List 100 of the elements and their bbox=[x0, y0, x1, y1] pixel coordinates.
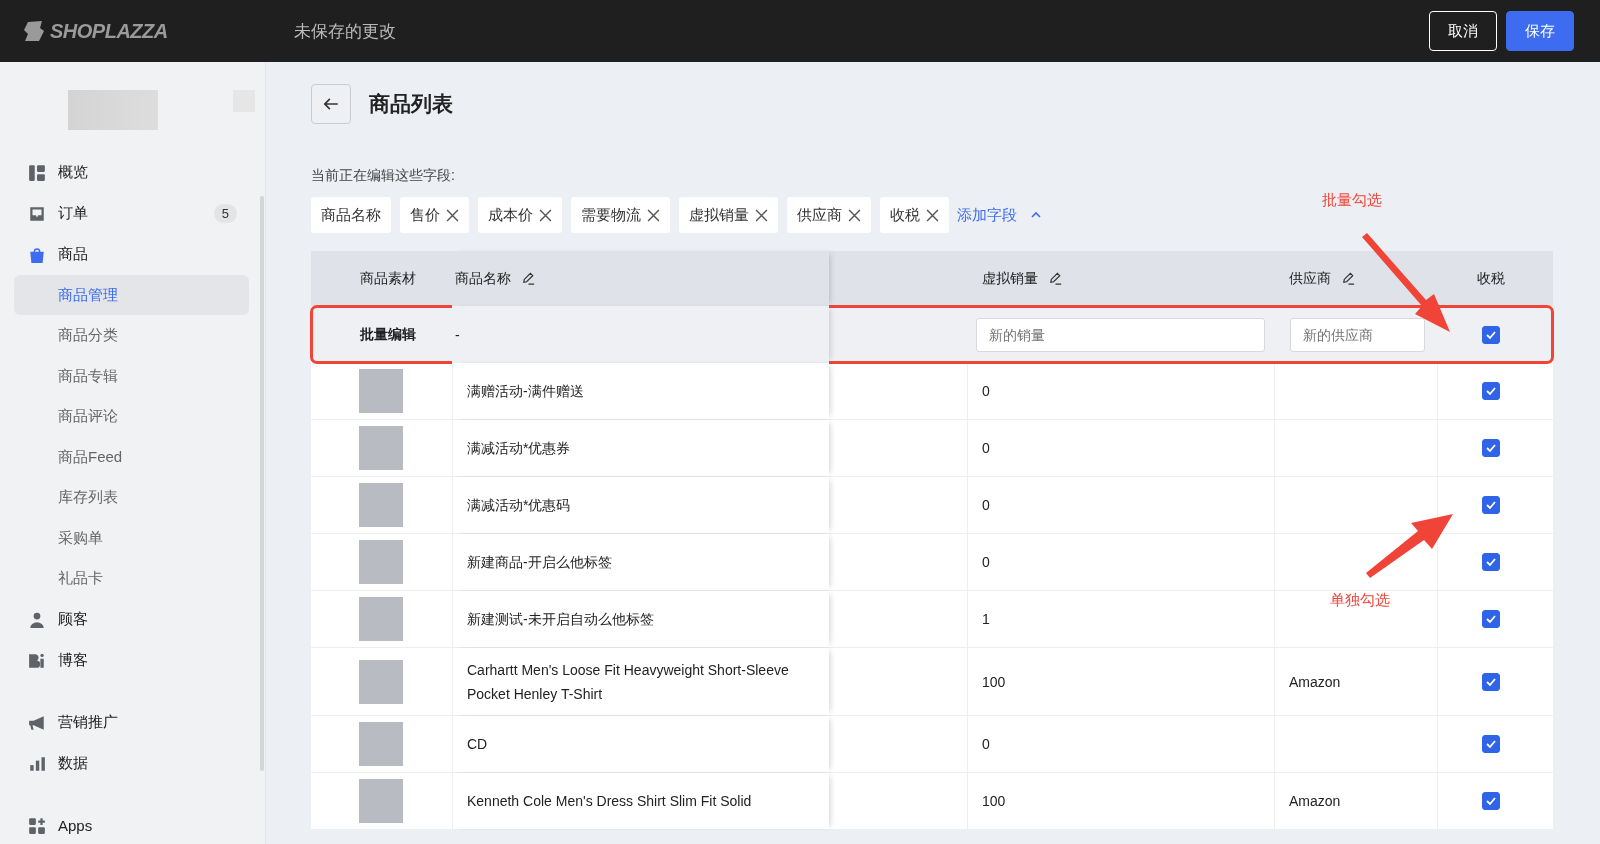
check-icon bbox=[1484, 613, 1497, 625]
table-cell: 0 bbox=[982, 497, 990, 513]
product-name: 满减活动*优惠券 bbox=[467, 439, 572, 458]
sidebar-item[interactable]: 营销推广 bbox=[14, 702, 249, 743]
tag-label: 供应商 bbox=[797, 205, 842, 225]
photo-placeholder bbox=[359, 779, 403, 823]
sidebar-subitem[interactable]: 商品管理 bbox=[14, 275, 249, 315]
column-header: 收税 bbox=[1476, 269, 1505, 288]
product-name: CD bbox=[467, 735, 489, 754]
annotation-label: 批量勾选 bbox=[1322, 191, 1382, 210]
sidebar-item[interactable]: Apps bbox=[14, 805, 249, 844]
photo-placeholder bbox=[359, 426, 403, 470]
table-cell: 0 bbox=[982, 383, 990, 399]
product-name: Kenneth Cole Men's Dress Shirt Slim Fit Solid bbox=[467, 792, 753, 811]
photo-placeholder bbox=[359, 540, 403, 584]
checkbox[interactable] bbox=[1481, 325, 1500, 344]
unsaved-changes-title: 未保存的更改 bbox=[294, 20, 396, 43]
sidebar-subitem[interactable]: 商品评论 bbox=[14, 396, 249, 437]
table-cell: Amazon bbox=[1289, 673, 1341, 690]
sidebar-item[interactable]: 概览 bbox=[14, 152, 249, 193]
photo-placeholder bbox=[359, 722, 403, 766]
checkbox[interactable] bbox=[1481, 735, 1500, 753]
add-field-link[interactable]: 添加字段 bbox=[957, 205, 1017, 225]
logo-text: SHOPLAZZA bbox=[50, 19, 168, 43]
product-name: Carhartt Men's Loose Fit Heavyweight Short-Sleeve Pocket Henley T-Shirt bbox=[467, 660, 790, 704]
checkbox[interactable] bbox=[1481, 792, 1500, 810]
close-icon[interactable] bbox=[446, 208, 459, 222]
shopping-bag-icon bbox=[28, 245, 46, 264]
checkbox[interactable] bbox=[1481, 439, 1500, 457]
sidebar-item[interactable]: 商品 bbox=[14, 234, 249, 275]
product-name: 满减活动*优惠码 bbox=[467, 496, 572, 515]
close-icon[interactable] bbox=[926, 208, 939, 222]
batch-edit-label: 批量编辑 bbox=[360, 325, 416, 344]
bar-chart-icon bbox=[28, 754, 46, 773]
edit-icon[interactable] bbox=[1341, 271, 1356, 286]
edit-icon[interactable] bbox=[521, 271, 536, 286]
sidebar-item[interactable]: 博客 bbox=[14, 640, 249, 681]
checkbox[interactable] bbox=[1481, 610, 1500, 628]
sales-input-field[interactable]: 新的销量 bbox=[976, 317, 1265, 352]
check-icon bbox=[1484, 795, 1497, 807]
cancel-button[interactable]: 取消 bbox=[1429, 11, 1497, 51]
close-icon[interactable] bbox=[647, 208, 660, 222]
table-cell: 100 bbox=[982, 673, 1006, 690]
column-header: 商品名称 bbox=[455, 269, 511, 288]
edit-icon[interactable] bbox=[1048, 271, 1063, 286]
close-icon[interactable] bbox=[848, 208, 861, 222]
checkbox[interactable] bbox=[1481, 382, 1500, 400]
sidebar-subitem[interactable]: 商品Feed bbox=[14, 437, 249, 477]
column-header: 虚拟销量 bbox=[982, 269, 1038, 288]
table-cell: 1 bbox=[982, 611, 990, 627]
column-header: 供应商 bbox=[1289, 269, 1331, 288]
tag-label: 商品名称 bbox=[321, 205, 381, 225]
sidebar-subitem[interactable]: 商品分类 bbox=[14, 315, 249, 356]
close-icon[interactable] bbox=[539, 208, 552, 222]
sidebar-subitem[interactable]: 库存列表 bbox=[14, 477, 249, 518]
logo-icon bbox=[22, 19, 46, 43]
editing-fields-label: 当前正在编辑这些字段: bbox=[311, 167, 456, 185]
check-icon bbox=[1484, 499, 1497, 511]
blog-icon bbox=[28, 651, 46, 670]
supplier-input-field[interactable]: 新的供应商 bbox=[1290, 317, 1425, 352]
sidebar-subitem[interactable]: 采购单 bbox=[14, 518, 249, 558]
table-cell: Amazon bbox=[1289, 793, 1341, 809]
sidebar-item[interactable]: 数据 bbox=[14, 743, 249, 784]
tag-label: 成本价 bbox=[488, 205, 533, 225]
table-cell: 0 bbox=[982, 736, 990, 752]
overview-icon bbox=[28, 163, 46, 182]
sidebar-item[interactable]: 顾客 bbox=[14, 599, 249, 640]
check-icon bbox=[1484, 385, 1497, 397]
product-name: 满赠活动-满件赠送 bbox=[467, 382, 585, 401]
photo-placeholder bbox=[359, 597, 403, 641]
tag-label: 虚拟销量 bbox=[689, 205, 749, 225]
sidebar-item[interactable]: 订单 5 bbox=[14, 193, 249, 234]
table-cell: 0 bbox=[982, 554, 990, 570]
column-header: 商品素材 bbox=[360, 269, 416, 288]
product-name: 新建测试-未开启自动么他标签 bbox=[467, 610, 655, 629]
sidebar-subitem[interactable]: 礼品卡 bbox=[14, 558, 249, 599]
product-name: 新建商品-开启么他标签 bbox=[467, 553, 613, 572]
check-icon bbox=[1484, 738, 1497, 750]
checkbox[interactable] bbox=[1481, 496, 1500, 514]
check-icon bbox=[1484, 442, 1497, 454]
order-count-badge: 5 bbox=[213, 204, 237, 223]
checkbox[interactable] bbox=[1481, 672, 1500, 691]
megaphone-icon bbox=[28, 713, 46, 732]
check-icon bbox=[1484, 556, 1497, 568]
back-button[interactable] bbox=[311, 84, 351, 124]
apps-icon bbox=[28, 816, 46, 835]
table-cell: 100 bbox=[982, 793, 1006, 809]
close-icon[interactable] bbox=[755, 208, 768, 222]
save-button[interactable]: 保存 bbox=[1506, 11, 1574, 51]
annotation-label: 单独勾选 bbox=[1330, 591, 1390, 610]
table-cell: 0 bbox=[982, 440, 990, 456]
tag-label: 需要物流 bbox=[581, 205, 641, 225]
page-title: 商品列表 bbox=[369, 91, 453, 117]
photo-placeholder bbox=[359, 369, 403, 413]
tag-label: 收税 bbox=[890, 205, 920, 225]
orders-icon bbox=[28, 204, 46, 223]
sidebar-subitem[interactable]: 商品专辑 bbox=[14, 356, 249, 396]
person-icon bbox=[28, 610, 46, 629]
checkbox[interactable] bbox=[1481, 553, 1500, 571]
table-cell: - bbox=[455, 326, 460, 343]
